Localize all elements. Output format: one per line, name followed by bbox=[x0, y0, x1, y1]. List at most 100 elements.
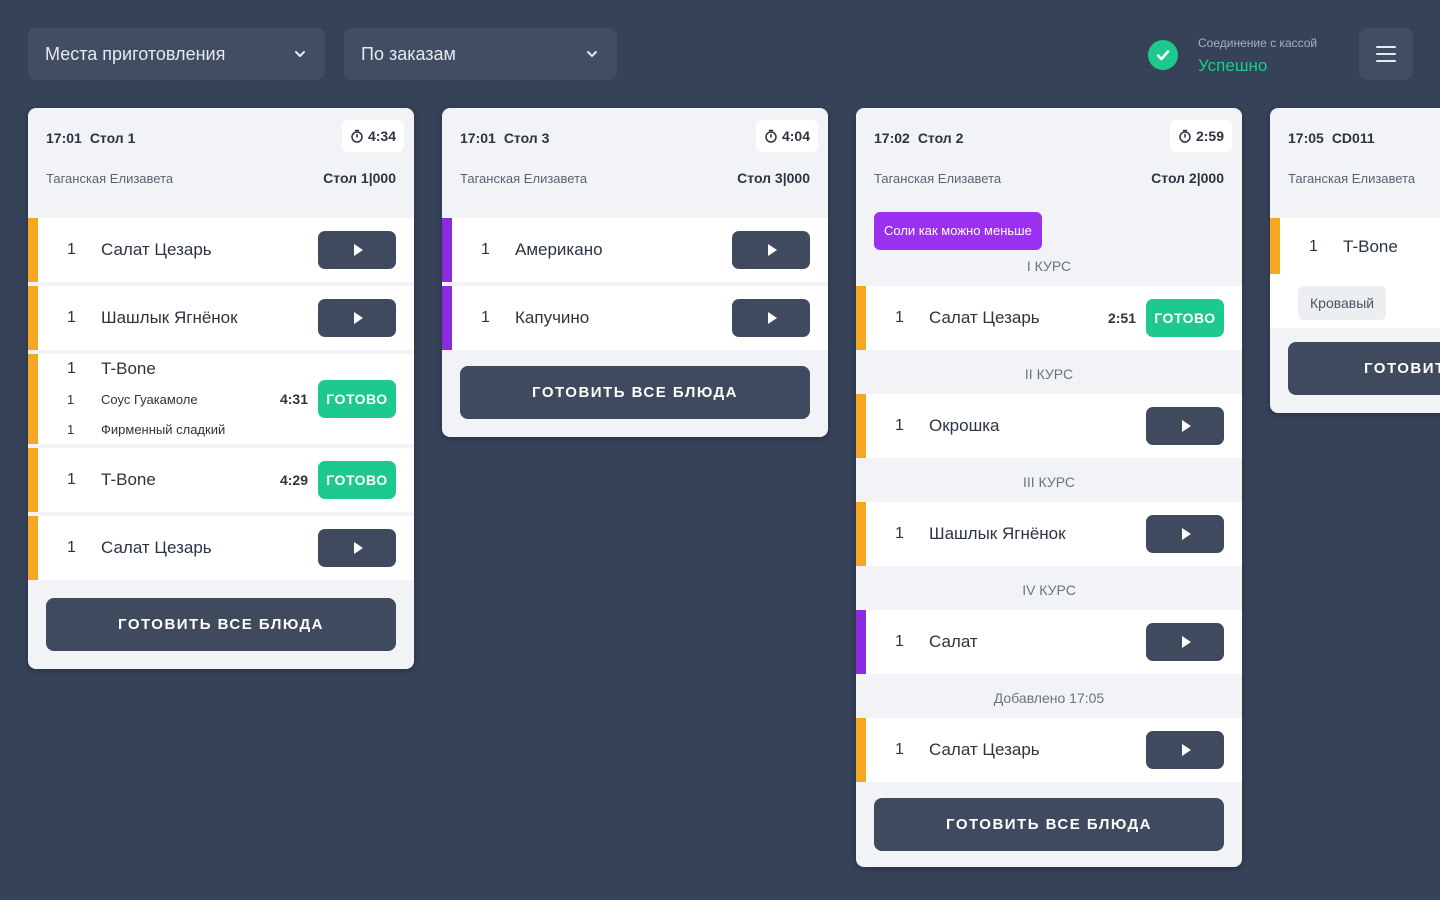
order-table: Стол 3 bbox=[503, 130, 550, 146]
category-bar bbox=[28, 218, 38, 282]
course-label: I КУРС bbox=[1026, 258, 1072, 274]
category-bar bbox=[856, 394, 866, 458]
order-item-row: 1 T-Bone 4:29 ГОТОВО bbox=[28, 448, 414, 512]
order-header: 17:01 Стол 3 4:04 Таганская Елизавета Сто… bbox=[442, 108, 828, 218]
item-name: Американо bbox=[515, 240, 603, 259]
order-time: 17:05 bbox=[1288, 130, 1324, 146]
order-table: Стол 2 bbox=[917, 130, 964, 146]
cook-all-button[interactable]: ГОТОВИТЬ ВСЕ БЛЮДА bbox=[874, 798, 1224, 851]
category-bar bbox=[28, 286, 38, 350]
start-cooking-button[interactable] bbox=[318, 231, 396, 269]
ready-button[interactable]: ГОТОВО bbox=[1146, 299, 1224, 337]
chevron-down-icon bbox=[587, 51, 597, 57]
sub-item-name: Соус Гуакамоле bbox=[101, 392, 198, 407]
play-icon bbox=[1182, 528, 1191, 540]
order-item-row: 1 Капучино bbox=[442, 286, 828, 350]
category-bar bbox=[28, 516, 38, 580]
item-name: Салат bbox=[929, 632, 978, 651]
category-bar bbox=[856, 718, 866, 782]
item-name: Салат Цезарь bbox=[929, 740, 1040, 759]
start-cooking-button[interactable] bbox=[1146, 623, 1224, 661]
order-card: 17:05 CD011 Таганская Елизавета 1 T-Bone … bbox=[1270, 108, 1440, 413]
order-item-row: 1 Салат Цезарь bbox=[28, 218, 414, 282]
item-name: Салат Цезарь bbox=[929, 308, 1040, 327]
play-icon bbox=[1182, 420, 1191, 432]
order-note-badge: Соли как можно меньше bbox=[874, 212, 1042, 250]
cook-all-button[interactable]: ГОТОВИТЬ ВСЕ БЛЮДА bbox=[460, 366, 810, 419]
connection-status: Успешно bbox=[1198, 56, 1268, 75]
order-timer: 2:59 bbox=[1169, 120, 1232, 152]
category-bar bbox=[442, 218, 452, 282]
item-name: T-Bone bbox=[1343, 237, 1398, 256]
item-name: Окрошка bbox=[929, 416, 1000, 435]
order-header: 17:02 Стол 2 2:59 Таганская Елизавета Сто… bbox=[856, 108, 1242, 212]
item-qty: 1 bbox=[895, 741, 904, 758]
waiter-name: Таганская Елизавета bbox=[46, 171, 174, 186]
item-qty: 1 bbox=[895, 633, 904, 650]
start-cooking-button[interactable] bbox=[1146, 731, 1224, 769]
stopwatch-icon bbox=[1179, 129, 1191, 143]
category-bar bbox=[442, 286, 452, 350]
order-table: Стол 1 bbox=[89, 130, 136, 146]
ready-button[interactable]: ГОТОВО bbox=[318, 461, 396, 499]
item-qty: 1 bbox=[67, 539, 76, 556]
order-item-row: 1 Салат Цезарь 2:51 ГОТОВО bbox=[856, 286, 1242, 350]
item-qty: 1 bbox=[895, 417, 904, 434]
waiter-name: Таганская Елизавета bbox=[874, 171, 1002, 186]
item-name: Капучино bbox=[515, 308, 590, 327]
cooking-places-label: Места приготовления bbox=[45, 43, 226, 64]
item-qty: 1 bbox=[895, 525, 904, 542]
cook-all-button[interactable]: ГОТОВИТ bbox=[1288, 342, 1440, 395]
order-card: 17:01 Стол 3 4:04 Таганская Елизавета Сто… bbox=[442, 108, 828, 437]
play-icon bbox=[1182, 636, 1191, 648]
category-bar bbox=[856, 610, 866, 674]
item-elapsed-time: 4:29 bbox=[279, 472, 308, 488]
grouping-mode-label: По заказам bbox=[361, 43, 456, 64]
category-bar bbox=[856, 502, 866, 566]
stopwatch-icon bbox=[765, 129, 777, 143]
sub-item-name: Фирменный сладкий bbox=[101, 422, 226, 437]
item-name: Шашлык Ягнёнок bbox=[929, 524, 1066, 543]
item-qty: 1 bbox=[895, 309, 904, 326]
order-time: 17:01 bbox=[460, 130, 496, 146]
table-code: Стол 3|000 bbox=[737, 170, 810, 186]
item-elapsed-time: 2:51 bbox=[1107, 310, 1136, 326]
start-cooking-button[interactable] bbox=[1146, 407, 1224, 445]
start-cooking-button[interactable] bbox=[318, 529, 396, 567]
start-cooking-button[interactable] bbox=[318, 299, 396, 337]
stopwatch-icon bbox=[351, 129, 363, 143]
order-card: 17:02 Стол 2 2:59 Таганская Елизавета Сто… bbox=[856, 108, 1242, 867]
start-cooking-button[interactable] bbox=[1146, 515, 1224, 553]
start-cooking-button[interactable] bbox=[732, 299, 810, 337]
play-icon bbox=[1182, 744, 1191, 756]
play-icon bbox=[354, 244, 363, 256]
timer-value: 4:04 bbox=[781, 128, 810, 144]
category-bar bbox=[1270, 218, 1280, 274]
course-label: III КУРС bbox=[1022, 474, 1076, 490]
order-item-row: 1 Шашлык Ягнёнок bbox=[28, 286, 414, 350]
cook-all-button[interactable]: ГОТОВИТЬ ВСЕ БЛЮДА bbox=[46, 598, 396, 651]
course-label: IV КУРС bbox=[1022, 582, 1076, 598]
item-qty: 1 bbox=[67, 471, 76, 488]
item-elapsed-time: 4:31 bbox=[279, 391, 308, 407]
start-cooking-button[interactable] bbox=[732, 231, 810, 269]
waiter-name: Таганская Елизавета bbox=[460, 171, 588, 186]
waiter-name: Таганская Елизавета bbox=[1288, 171, 1416, 186]
timer-value: 2:59 bbox=[1195, 128, 1224, 144]
order-item-row: 1 Салат Цезарь bbox=[28, 516, 414, 580]
order-card: 17:01 Стол 1 4:34 Таганская Елизавета Сто… bbox=[28, 108, 414, 669]
item-name: T-Bone bbox=[101, 359, 156, 378]
play-icon bbox=[354, 312, 363, 324]
cooking-places-dropdown[interactable]: Места приготовления bbox=[28, 28, 325, 80]
ready-button[interactable]: ГОТОВО bbox=[318, 380, 396, 418]
play-icon bbox=[354, 542, 363, 554]
grouping-mode-dropdown[interactable]: По заказам bbox=[344, 28, 617, 80]
category-bar bbox=[28, 448, 38, 512]
item-qty: 1 bbox=[67, 241, 76, 258]
item-qty: 1 bbox=[1309, 238, 1318, 255]
order-time: 17:02 bbox=[874, 130, 910, 146]
order-item-row: 1 Салат bbox=[856, 610, 1242, 674]
order-header: 17:01 Стол 1 4:34 Таганская Елизавета Сто… bbox=[28, 108, 414, 218]
category-bar bbox=[28, 354, 38, 444]
hamburger-menu-icon[interactable] bbox=[1359, 28, 1413, 80]
